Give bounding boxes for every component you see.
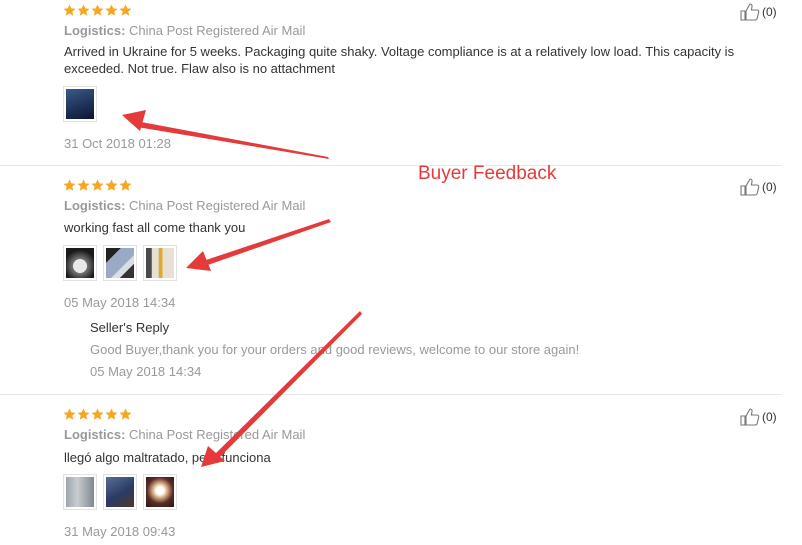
helpful-button[interactable]: (0) [740,3,777,21]
logistics-value: China Post Registered Air Mail [129,198,306,213]
logistics-value: China Post Registered Air Mail [129,23,306,38]
review-date: 31 May 2018 09:43 [64,524,176,539]
review-text: Arrived in Ukraine for 5 weeks. Packagin… [64,44,735,76]
review-divider [0,394,782,395]
helpful-count: (0) [762,180,777,194]
review-photos [63,474,177,510]
arrow-head [186,251,211,271]
review-photo[interactable] [143,245,177,281]
review-photo[interactable] [103,474,137,510]
helpful-button[interactable]: (0) [740,178,777,196]
seller-reply-date: 05 May 2018 14:34 [90,364,202,379]
helpful-count: (0) [762,5,777,19]
review-photo[interactable] [143,474,177,510]
rating-stars [63,408,132,422]
review-text: llegó algo maltratado, pero funciona [64,450,271,465]
rating-stars [63,4,132,18]
photo-solar-panel [106,477,134,507]
star-icon [105,408,118,420]
star-icon [77,408,90,420]
review-photo[interactable] [103,245,137,281]
review-date: 05 May 2018 14:34 [64,295,176,310]
logistics-info: Logistics: China Post Registered Air Mai… [64,23,305,38]
review-photos [63,245,177,281]
seller-reply-text: Good Buyer,thank you for your orders and… [90,342,580,357]
review-divider [0,165,782,166]
star-icon [63,4,76,16]
star-icon [91,179,104,191]
star-icon [63,179,76,191]
star-icon [105,179,118,191]
photo-solar-panel [66,89,94,119]
star-icon [77,4,90,16]
star-icon [105,4,118,16]
photo-lamp [146,477,174,507]
review-text: working fast all come thank you [64,220,246,235]
thumbs-up-icon [740,3,760,21]
arrow-head [122,110,146,131]
rating-stars [63,179,132,193]
thumbs-up-icon [740,408,760,426]
star-icon [91,408,104,420]
logistics-label: Logistics: [64,427,126,442]
seller-reply-title: Seller's Reply [90,320,170,335]
helpful-button[interactable]: (0) [740,408,777,426]
star-icon [77,179,90,191]
logistics-info: Logistics: China Post Registered Air Mai… [64,198,305,213]
thumbs-up-icon [740,178,760,196]
logistics-value: China Post Registered Air Mail [129,427,306,442]
review-photo[interactable] [63,245,97,281]
photo-panel-side [66,477,94,507]
photo-tape [146,248,174,278]
logistics-label: Logistics: [64,23,126,38]
logistics-info: Logistics: China Post Registered Air Mai… [64,427,305,442]
review-photo[interactable] [63,474,97,510]
photo-package [106,248,134,278]
star-icon [119,408,132,420]
review-photos [63,86,97,122]
star-icon [119,179,132,191]
star-icon [63,408,76,420]
review-photo[interactable] [63,86,97,122]
review-date: 31 Oct 2018 01:28 [64,136,171,151]
star-icon [91,4,104,16]
photo-device [66,248,94,278]
logistics-label: Logistics: [64,198,126,213]
helpful-count: (0) [762,410,777,424]
buyer-feedback-annotation: Buyer Feedback [418,163,557,184]
star-icon [119,4,132,16]
